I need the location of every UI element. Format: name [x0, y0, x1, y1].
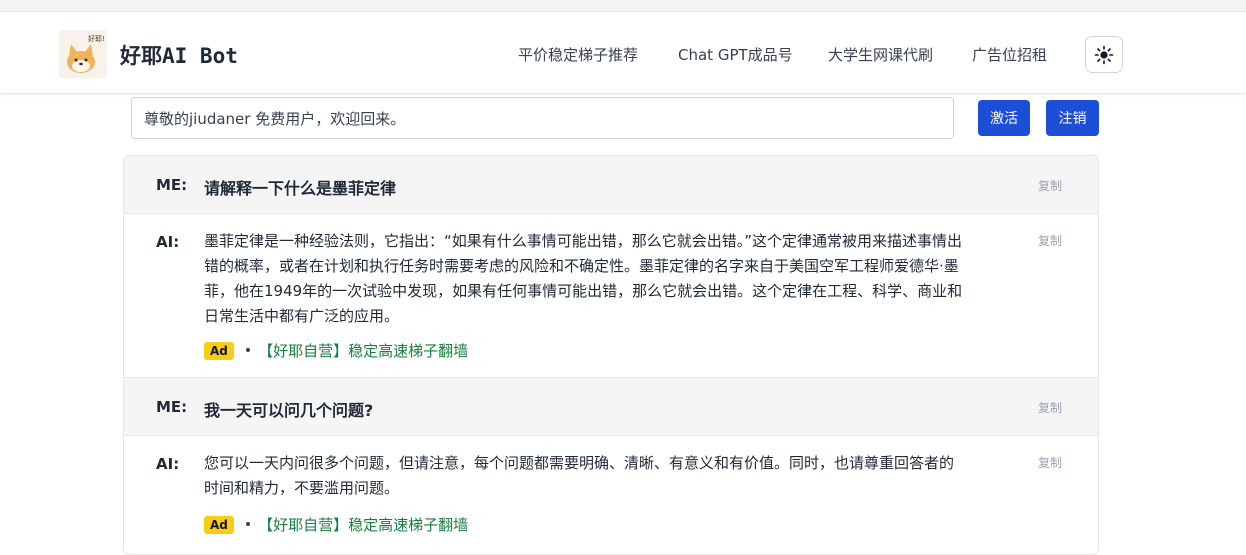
site-logo[interactable]: 好耶! — [59, 30, 107, 78]
logo-text: 好耶! — [88, 34, 105, 43]
sun-icon — [1094, 45, 1114, 64]
activate-button[interactable]: 激活 — [978, 100, 1030, 136]
brand-title[interactable]: 好耶AI Bot — [120, 40, 238, 70]
user-message-text: 请解释一下什么是墨菲定律 — [204, 179, 397, 198]
nav-link-chatgpt-account[interactable]: Chat GPT成品号 — [678, 44, 793, 65]
ad-line: Ad • 【好耶自营】稳定高速梯子翻墙 — [204, 340, 468, 361]
ai-message-line: 错的概率，或者在计划和执行任务时需要考虑的风险和不确定性。墨菲定律的名字来自于美… — [204, 257, 959, 275]
ad-line: Ad • 【好耶自营】稳定高速梯子翻墙 — [204, 514, 468, 535]
ai-message-text: 您可以一天内问很多个问题，但请注意，每个问题都需要明确、清晰、有意义和有价值。同… — [204, 451, 1022, 501]
message-row-ai: AI: 您可以一天内问很多个问题，但请注意，每个问题都需要明确、清晰、有意义和有… — [124, 436, 1098, 554]
ai-message-line: 日常生活中都有广泛的应用。 — [204, 307, 400, 325]
role-label: ME: — [156, 398, 188, 416]
ai-message-line: 时间和精力，不要滥用问题。 — [204, 479, 400, 497]
welcome-message: 尊敬的jiudaner 免费用户，欢迎回来。 — [131, 97, 954, 139]
message-row-ai: AI: 墨菲定律是一种经验法则，它指出：“如果有什么事情可能出错，那么它就会出错… — [124, 214, 1098, 378]
site-header: 好耶! 好耶AI Bot 平价稳定梯子推荐 Chat GPT成品号 大学生网课代… — [0, 12, 1246, 94]
ai-message-text: 墨菲定律是一种经验法则，它指出：“如果有什么事情可能出错，那么它就会出错。”这个… — [204, 229, 1022, 329]
ai-message-line: 菲，他在1949年的一次试验中发现，如果有任何事情可能出错，那么它就会出错。这个… — [204, 282, 963, 300]
copy-button[interactable]: 复制 — [1038, 232, 1062, 249]
theme-toggle-button[interactable] — [1085, 36, 1123, 73]
nav-link-online-course[interactable]: 大学生网课代刷 — [828, 44, 933, 65]
ad-link[interactable]: 【好耶自营】稳定高速梯子翻墙 — [258, 340, 468, 361]
bullet-dot: • — [243, 342, 253, 359]
top-strip — [0, 0, 1246, 12]
ai-message-line: 墨菲定律是一种经验法则，它指出：“如果有什么事情可能出错，那么它就会出错。”这个… — [204, 232, 963, 250]
ad-badge: Ad — [204, 341, 234, 360]
ad-link[interactable]: 【好耶自营】稳定高速梯子翻墙 — [258, 514, 468, 535]
shiba-logo-icon: 好耶! — [59, 30, 107, 78]
role-label: ME: — [156, 176, 188, 194]
nav-link-ad-space[interactable]: 广告位招租 — [972, 44, 1047, 65]
message-row-user: ME: 请解释一下什么是墨菲定律 复制 — [124, 156, 1098, 214]
copy-button[interactable]: 复制 — [1038, 177, 1062, 194]
ai-message-line: 您可以一天内问很多个问题，但请注意，每个问题都需要明确、清晰、有意义和有价值。同… — [204, 454, 955, 472]
role-label: AI: — [156, 233, 180, 251]
message-row-user: ME: 我一天可以问几个问题? 复制 — [124, 378, 1098, 436]
user-message-text: 我一天可以问几个问题? — [204, 401, 374, 420]
ad-badge: Ad — [204, 515, 234, 534]
copy-button[interactable]: 复制 — [1038, 454, 1062, 471]
logout-button[interactable]: 注销 — [1046, 100, 1099, 136]
nav-link-ladder[interactable]: 平价稳定梯子推荐 — [518, 44, 638, 65]
bullet-dot: • — [243, 516, 253, 533]
copy-button[interactable]: 复制 — [1038, 399, 1062, 416]
role-label: AI: — [156, 455, 180, 473]
chat-history: ME: 请解释一下什么是墨菲定律 复制 AI: 墨菲定律是一种经验法则，它指出：… — [123, 155, 1099, 555]
